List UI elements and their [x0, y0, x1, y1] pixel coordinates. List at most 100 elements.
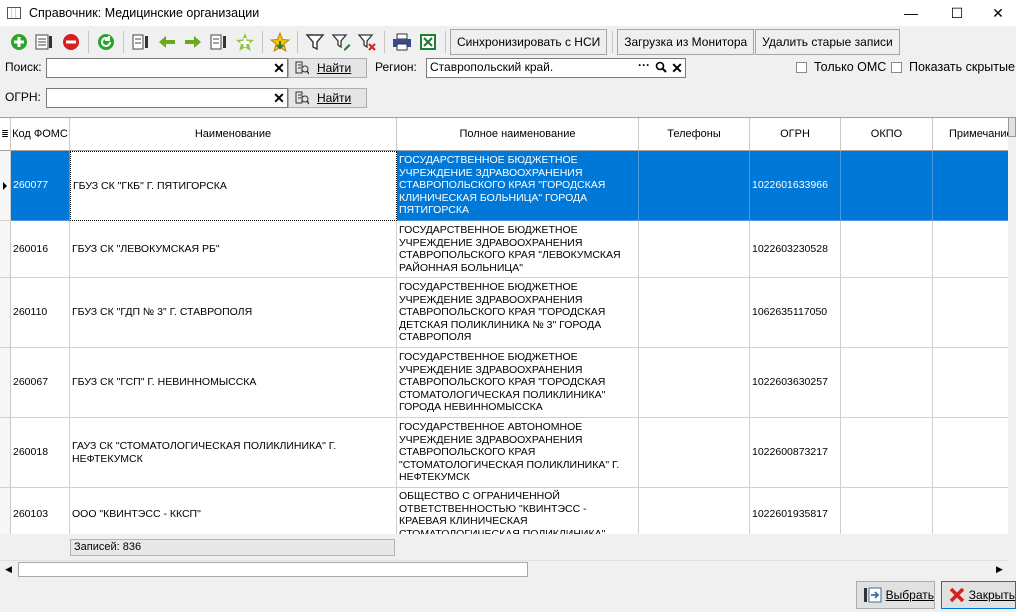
close-icon: ✕	[992, 4, 1004, 21]
clear-search-icon[interactable]: ✕	[271, 60, 287, 76]
toolbar-separator	[262, 31, 263, 53]
cell-okpo[interactable]	[841, 278, 933, 348]
edit-button[interactable]	[32, 30, 57, 54]
ogrn-input[interactable]	[46, 88, 288, 108]
cell-name[interactable]: ГАУЗ СК "СТОМАТОЛОГИЧЕСКАЯ ПОЛИКЛИНИКА" …	[70, 418, 397, 488]
cell-ogrn[interactable]: 1022601935817	[750, 488, 841, 534]
horizontal-scrollbar[interactable]: ◀ ▶	[0, 560, 1008, 577]
cell-ogrn[interactable]: 1022603630257	[750, 348, 841, 418]
table-row[interactable]: 260077 ГБУЗ СК "ГКБ" Г. ПЯТИГОРСКА ГОСУД…	[0, 151, 1016, 221]
close-window-button[interactable]: ✕	[980, 0, 1016, 26]
columns-button[interactable]	[128, 30, 153, 54]
cell-code[interactable]: 260067	[11, 348, 70, 418]
sync-nsi-button[interactable]: Синхронизировать с НСИ	[450, 29, 608, 55]
find-button[interactable]: Найти	[288, 58, 367, 78]
scroll-up-button[interactable]	[1008, 117, 1016, 137]
cell-name[interactable]: ГБУЗ СК "ГСП" Г. НЕВИННОМЫССКА	[70, 348, 397, 418]
maximize-button[interactable]: ☐	[934, 0, 980, 26]
close-button[interactable]: Закрыть	[941, 581, 1016, 609]
cell-name[interactable]: ГБУЗ СК "ЛЕВОКУМСКАЯ РБ"	[70, 221, 397, 278]
add-button[interactable]	[6, 30, 31, 54]
cell-name[interactable]: ГБУЗ СК "ГКБ" Г. ПЯТИГОРСКА	[70, 151, 397, 221]
cell-okpo[interactable]	[841, 488, 933, 534]
cell-code[interactable]: 260016	[11, 221, 70, 278]
column-header-note[interactable]: Примечание	[933, 118, 1013, 151]
cell-full-name[interactable]: ОБЩЕСТВО С ОГРАНИЧЕННОЙ ОТВЕТСТВЕННОСТЬЮ…	[397, 488, 639, 534]
search-input[interactable]	[46, 58, 288, 78]
cell-name[interactable]: ГБУЗ СК "ГДП № 3" Г. СТАВРОПОЛЯ	[70, 278, 397, 348]
column-header-ogrn[interactable]: ОГРН	[750, 118, 841, 151]
table-row[interactable]: 260067 ГБУЗ СК "ГСП" Г. НЕВИННОМЫССКА ГО…	[0, 348, 1016, 418]
column-header-code[interactable]: Код ФОМС	[11, 118, 70, 151]
cell-note[interactable]	[933, 348, 1013, 418]
favorite-button[interactable]	[267, 30, 292, 54]
column-header-okpo[interactable]: ОКПО	[841, 118, 933, 151]
only-oms-checkbox[interactable]: Только ОМС	[796, 60, 886, 74]
delete-button[interactable]	[58, 30, 83, 54]
columns-button-2[interactable]	[206, 30, 231, 54]
cell-okpo[interactable]	[841, 221, 933, 278]
clear-region-icon[interactable]: ✕	[669, 60, 685, 76]
next-button[interactable]	[180, 30, 205, 54]
refresh-button[interactable]	[93, 30, 118, 54]
print-button[interactable]	[389, 30, 414, 54]
cell-ogrn[interactable]: 1022600873217	[750, 418, 841, 488]
cell-note[interactable]	[933, 151, 1013, 221]
vertical-scrollbar[interactable]	[1008, 117, 1016, 534]
cell-name[interactable]: ООО "КВИНТЭСС - ККСП"	[70, 488, 397, 534]
filter-edit-button[interactable]	[328, 30, 353, 54]
cell-full-name[interactable]: ГОСУДАРСТВЕННОЕ БЮДЖЕТНОЕ УЧРЕЖДЕНИЕ ЗДР…	[397, 278, 639, 348]
cell-okpo[interactable]	[841, 348, 933, 418]
cell-ogrn[interactable]: 1022601633966	[750, 151, 841, 221]
cell-ogrn[interactable]: 1022603230528	[750, 221, 841, 278]
filter-clear-button[interactable]	[354, 30, 379, 54]
load-monitor-button[interactable]: Загрузка из Монитора	[617, 29, 755, 55]
cell-code[interactable]: 260018	[11, 418, 70, 488]
cell-full-name[interactable]: ГОСУДАРСТВЕННОЕ БЮДЖЕТНОЕ УЧРЕЖДЕНИЕ ЗДР…	[397, 221, 639, 278]
clear-ogrn-icon[interactable]: ✕	[271, 90, 287, 106]
cell-code[interactable]: 260103	[11, 488, 70, 534]
cell-phones[interactable]	[639, 278, 750, 348]
cell-phones[interactable]	[639, 151, 750, 221]
cell-full-name[interactable]: ГОСУДАРСТВЕННОЕ БЮДЖЕТНОЕ УЧРЕЖДЕНИЕ ЗДР…	[397, 151, 639, 221]
scroll-left-icon[interactable]: ◀	[0, 561, 17, 578]
filter-button[interactable]	[302, 30, 327, 54]
column-header-phones[interactable]: Телефоны	[639, 118, 750, 151]
cell-okpo[interactable]	[841, 418, 933, 488]
find-ogrn-button[interactable]: Найти	[288, 88, 367, 108]
column-header-full-name[interactable]: Полное наименование	[397, 118, 639, 151]
table-row[interactable]: 260110 ГБУЗ СК "ГДП № 3" Г. СТАВРОПОЛЯ Г…	[0, 278, 1016, 348]
table-row[interactable]: 260018 ГАУЗ СК "СТОМАТОЛОГИЧЕСКАЯ ПОЛИКЛ…	[0, 418, 1016, 488]
table-row[interactable]: 260103 ООО "КВИНТЭСС - ККСП" ОБЩЕСТВО С …	[0, 488, 1016, 534]
search-icon[interactable]	[655, 61, 667, 73]
cell-note[interactable]	[933, 221, 1013, 278]
cell-okpo[interactable]	[841, 151, 933, 221]
select-button[interactable]: Выбрать	[856, 581, 935, 609]
column-header-name[interactable]: Наименование	[70, 118, 397, 151]
cell-note[interactable]	[933, 488, 1013, 534]
cell-full-name[interactable]: ГОСУДАРСТВЕННОЕ БЮДЖЕТНОЕ УЧРЕЖДЕНИЕ ЗДР…	[397, 348, 639, 418]
cell-ogrn[interactable]: 1062635117050	[750, 278, 841, 348]
cell-phones[interactable]	[639, 221, 750, 278]
region-select-button[interactable]: ···	[638, 58, 650, 72]
show-hidden-checkbox[interactable]: Показать скрытые	[891, 60, 1015, 74]
scroll-right-icon[interactable]: ▶	[991, 561, 1008, 578]
scroll-thumb[interactable]	[18, 562, 528, 577]
cell-code[interactable]: 260077	[11, 151, 70, 221]
column-chooser-icon[interactable]: ≣	[0, 118, 11, 151]
cell-note[interactable]	[933, 418, 1013, 488]
table-row[interactable]: 260016 ГБУЗ СК "ЛЕВОКУМСКАЯ РБ" ГОСУДАРС…	[0, 221, 1016, 278]
cell-note[interactable]	[933, 278, 1013, 348]
excel-button[interactable]	[415, 30, 440, 54]
add-star-button[interactable]	[232, 30, 257, 54]
cell-phones[interactable]	[639, 418, 750, 488]
window-title: Справочник: Медицинские организации	[29, 6, 260, 20]
minimize-button[interactable]: —	[888, 0, 934, 26]
cell-full-name[interactable]: ГОСУДАРСТВЕННОЕ АВТОНОМНОЕ УЧРЕЖДЕНИЕ ЗД…	[397, 418, 639, 488]
prev-button[interactable]	[154, 30, 179, 54]
cell-phones[interactable]	[639, 348, 750, 418]
cell-code[interactable]: 260110	[11, 278, 70, 348]
cell-phones[interactable]	[639, 488, 750, 534]
delete-old-records-button[interactable]: Удалить старые записи	[755, 29, 900, 55]
plus-circle-icon	[10, 34, 27, 50]
